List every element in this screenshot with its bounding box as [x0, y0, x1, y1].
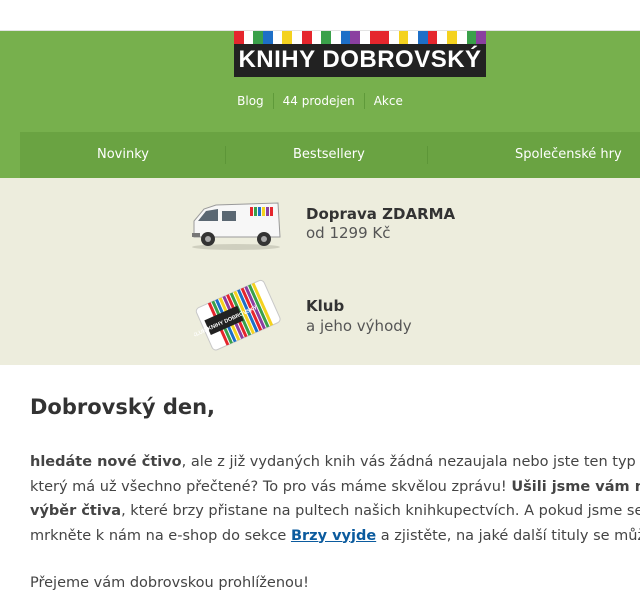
logo-stripe — [282, 31, 293, 44]
toplink-blog[interactable]: Blog — [228, 94, 273, 108]
main-nav: Novinky Bestsellery Společenské hry — [20, 132, 640, 178]
logo-stripe — [437, 31, 448, 44]
logo-stripe — [340, 31, 351, 44]
logo-stripe — [321, 31, 331, 44]
nav-item-spolecenske-hry[interactable]: Společenské hry — [515, 147, 622, 162]
logo-stripe — [359, 31, 370, 44]
logo-stripes — [234, 31, 486, 44]
logo-stripe — [350, 31, 360, 44]
logo-stripe — [253, 31, 264, 44]
closing-text: Přejeme vám dobrovskou prohlíženou! — [30, 575, 309, 591]
club-subtitle: a jeho výhody — [306, 317, 412, 335]
logo-stripe — [466, 31, 477, 44]
text: který má už všechno přečtené? To pro vás… — [30, 478, 512, 495]
logo-stripe — [263, 31, 273, 44]
logo-stripe — [456, 31, 467, 44]
brzy-vyjde-link[interactable]: Brzy vyjde — [291, 528, 376, 544]
logo-stripe — [330, 31, 341, 44]
text: a zjistěte, na jaké další tituly se může… — [380, 527, 640, 544]
logo-stripe — [379, 31, 389, 44]
nav-item-novinky[interactable]: Novinky — [97, 147, 149, 162]
brand-logo[interactable]: KNIHY DOBROVSKÝ — [234, 31, 486, 77]
bold-text: Ušili jsme vám na míru — [511, 478, 640, 495]
text: , ale z již vydaných knih vás žádná neza… — [181, 454, 640, 470]
top-bar — [0, 0, 640, 31]
toplink-sales[interactable]: Akce — [365, 94, 412, 108]
benefits-panel: Doprava ZDARMA od 1299 Kč KLUB KNIHY DOB… — [0, 178, 640, 365]
logo-stripe — [272, 31, 283, 44]
club-title[interactable]: Klub — [306, 297, 344, 315]
nav-item-bestsellery[interactable]: Bestsellery — [293, 147, 365, 162]
top-links: Blog 44 prodejen Akce — [0, 93, 640, 109]
text: , které brzy přistane na pultech našich … — [121, 503, 640, 519]
page-title: Dobrovský den, — [30, 395, 216, 419]
logo-stripe — [243, 31, 254, 44]
logo-stripe — [398, 31, 409, 44]
logo-stripe — [311, 31, 322, 44]
logo-text: KNIHY DOBROVSKÝ — [238, 46, 482, 73]
text: mrkněte k nám na e-shop do sekce — [30, 527, 291, 544]
header: KNIHY DOBROVSKÝ Blog 44 prodejen Akce Novi… — [0, 31, 640, 178]
toplink-stores[interactable]: 44 prodejen — [274, 94, 364, 108]
divider — [225, 146, 226, 164]
logo-stripe — [369, 31, 380, 44]
shipping-subtitle: od 1299 Kč — [306, 224, 391, 242]
logo-stripe — [476, 31, 486, 44]
bold-text: hledáte nové čtivo — [30, 454, 182, 470]
logo-stripe — [427, 31, 438, 44]
logo-stripe — [389, 31, 399, 44]
logo-stripe — [447, 31, 457, 44]
club-card-icon[interactable]: KLUB KNIHY DOBROVSKÝ — [194, 278, 284, 356]
logo-stripe — [301, 31, 312, 44]
logo-stripe — [292, 31, 302, 44]
intro-paragraph: hledáte nové čtivo, ale z již vydaných k… — [30, 450, 640, 548]
logo-stripe — [418, 31, 428, 44]
logo-stripe — [408, 31, 419, 44]
divider — [427, 146, 428, 164]
logo-stripe — [234, 31, 244, 44]
delivery-van-icon[interactable] — [188, 195, 284, 251]
bold-text: výběr čtiva — [30, 503, 122, 519]
shipping-title[interactable]: Doprava ZDARMA — [306, 205, 455, 223]
